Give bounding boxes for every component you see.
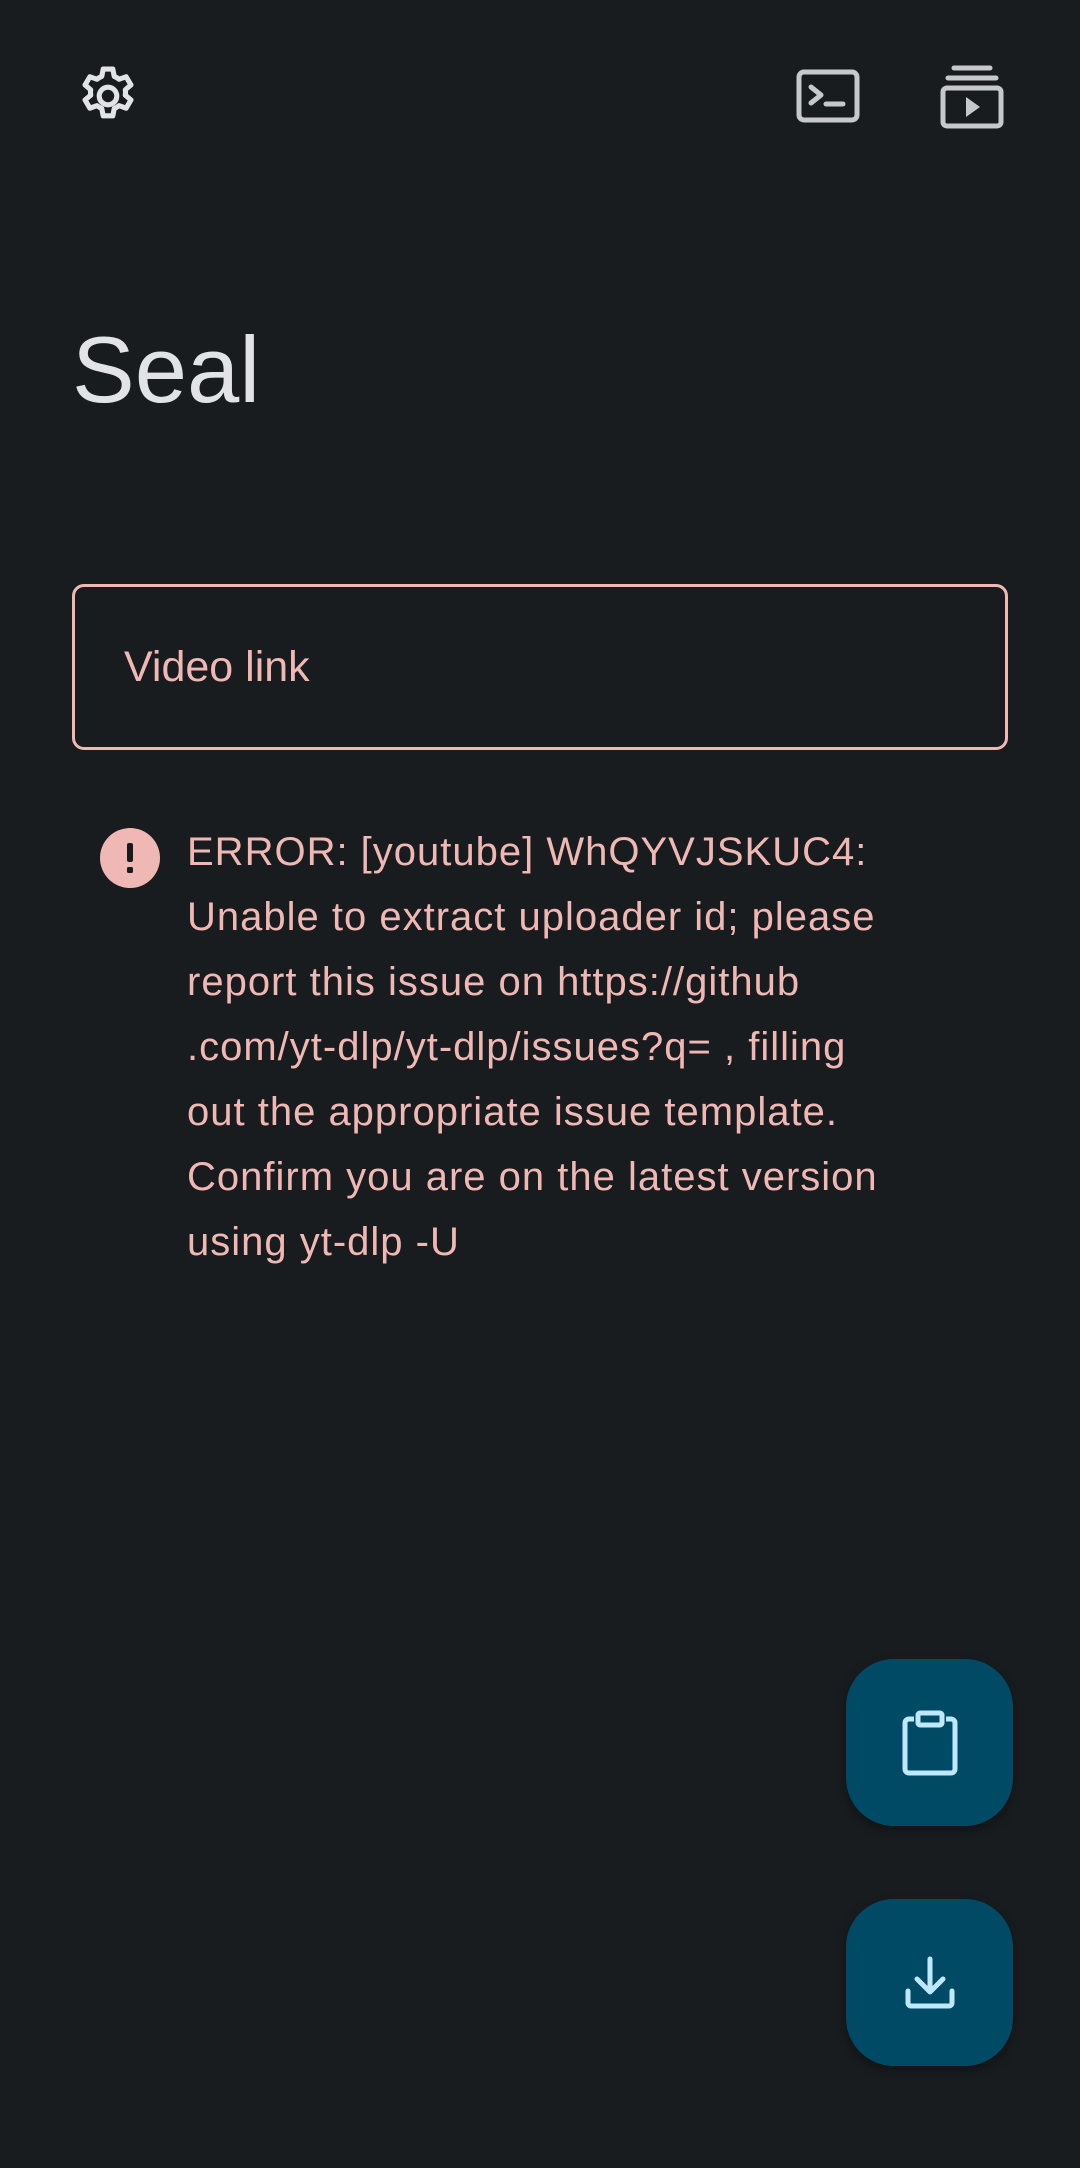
terminal-button[interactable] — [780, 48, 876, 144]
download-button[interactable] — [846, 1899, 1013, 2066]
error-circle-icon — [100, 828, 160, 888]
video-link-field[interactable]: Video link — [72, 584, 1008, 750]
video-link-placeholder: Video link — [124, 643, 310, 691]
paste-button[interactable] — [846, 1659, 1013, 1826]
settings-button[interactable] — [60, 48, 156, 144]
download-icon — [905, 1956, 954, 2008]
clipboard-icon — [902, 1710, 957, 1775]
terminal-icon — [796, 69, 860, 123]
video-queue-icon — [940, 65, 1004, 129]
download-queue-button[interactable] — [924, 48, 1020, 144]
main-screen: Seal Video link ERROR: [youtube] WhQYVJS… — [0, 0, 1080, 2168]
error-text: ERROR: [youtube] WhQYVJSKUC4: Unable to … — [187, 830, 878, 1264]
gear-icon — [82, 66, 134, 119]
app-title: Seal — [72, 317, 261, 422]
